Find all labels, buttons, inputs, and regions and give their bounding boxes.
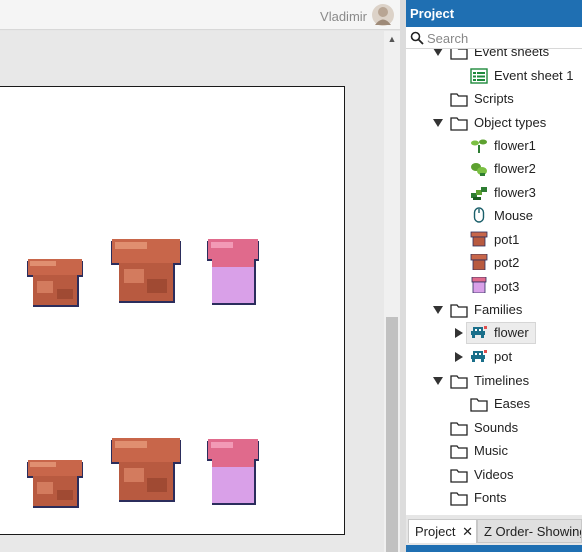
collapse-arrow-icon[interactable]: [454, 328, 464, 338]
folder-icon: [450, 304, 468, 318]
tree-item-label: Music: [474, 443, 508, 458]
folder-icon: [450, 375, 468, 389]
tab-project[interactable]: Project ✕: [408, 519, 477, 543]
tree-item-family-pot[interactable]: pot: [406, 346, 582, 368]
tree-item-label: Eases: [494, 396, 531, 411]
tree-item-pot2[interactable]: pot2: [406, 252, 582, 274]
pot2-sprite[interactable]: [111, 239, 181, 303]
tab-label: Project: [415, 524, 456, 539]
expand-arrow-icon[interactable]: [433, 118, 443, 128]
project-tree: Event sheets Event sheet 1 Scripts Objec…: [406, 49, 582, 515]
pot3-sprite[interactable]: [207, 439, 259, 505]
tree-item-label: pot2: [494, 255, 520, 270]
expand-arrow-icon[interactable]: [433, 49, 443, 57]
tree-item-videos[interactable]: Videos: [406, 464, 582, 486]
folder-icon: [450, 49, 468, 60]
tree-item-label: Scripts: [474, 91, 514, 106]
tree-item-label: Families: [474, 302, 523, 317]
tree-item-label: Mouse: [494, 208, 534, 223]
tree-item-label: Event sheets: [474, 49, 550, 59]
tree-item-event-sheets[interactable]: Event sheets: [406, 49, 582, 63]
tree-item-label: Timelines: [474, 373, 530, 388]
tree-item-label: flower2: [494, 161, 536, 176]
flower3-icon: [471, 187, 487, 200]
tab-label: Z Order- Showing: [484, 524, 582, 539]
tree-item-label: Object types: [474, 115, 547, 130]
folder-icon: [450, 492, 468, 506]
pot3-sprite[interactable]: [207, 239, 259, 305]
panel-title: Project: [406, 0, 582, 27]
folder-icon: [450, 445, 468, 459]
scroll-up-arrow-icon[interactable]: ▲: [384, 31, 400, 47]
user-name[interactable]: Vladimir: [320, 9, 367, 24]
folder-icon: [450, 422, 468, 436]
family-icon: [471, 326, 487, 338]
search-input[interactable]: [427, 29, 577, 47]
tree-item-flower2[interactable]: flower2: [406, 158, 582, 180]
tree-item-label: pot3: [494, 279, 520, 294]
tree-item-label: flower3: [494, 185, 536, 200]
tree-item-label: flower: [494, 325, 529, 340]
pot3-icon: [471, 277, 487, 293]
family-icon: [471, 350, 487, 362]
event-sheet-icon: [470, 68, 488, 84]
flower1-icon: [471, 139, 487, 153]
tree-item-label: Videos: [474, 467, 514, 482]
pot1-icon: [470, 231, 488, 247]
mouse-icon: [473, 207, 485, 223]
tree-item-fonts[interactable]: Fonts: [406, 487, 582, 509]
tree-item-object-types[interactable]: Object types: [406, 112, 582, 134]
project-panel: Project Event sheets Event sheet 1: [406, 0, 582, 552]
pot2-sprite[interactable]: [111, 437, 181, 503]
tree-item-mouse[interactable]: Mouse: [406, 205, 582, 227]
search-icon: [410, 31, 424, 45]
tree-item-label: Event sheet 1: [494, 68, 574, 83]
expand-arrow-icon[interactable]: [433, 305, 443, 315]
pot1-sprite[interactable]: [27, 460, 83, 508]
tree-item-eases[interactable]: Eases: [406, 393, 582, 415]
vertical-scrollbar[interactable]: ▲: [384, 31, 400, 552]
pot1-sprite[interactable]: [27, 259, 83, 307]
tree-item-sounds[interactable]: Sounds: [406, 417, 582, 439]
tree-item-event-sheet-1[interactable]: Event sheet 1: [406, 65, 582, 87]
tree-item-label: pot: [494, 349, 513, 364]
tree-item-label: pot1: [494, 232, 520, 247]
tree-item-pot3[interactable]: pot3: [406, 276, 582, 298]
tree-item-music[interactable]: Music: [406, 440, 582, 462]
tab-bar-underline: [406, 545, 582, 552]
tree-item-flower3[interactable]: flower3: [406, 182, 582, 204]
expand-arrow-icon[interactable]: [433, 376, 443, 386]
folder-icon: [470, 398, 488, 412]
layout-canvas[interactable]: [0, 86, 345, 535]
search-bar: [406, 27, 582, 49]
tree-item-timelines[interactable]: Timelines: [406, 370, 582, 392]
tree-item-pot1[interactable]: pot1: [406, 229, 582, 251]
tree-item-scripts[interactable]: Scripts: [406, 88, 582, 110]
top-bar: Vladimir: [0, 0, 400, 30]
tree-item-families[interactable]: Families: [406, 299, 582, 321]
tab-z-order[interactable]: Z Order- Showing: [477, 519, 582, 543]
collapse-arrow-icon[interactable]: [454, 352, 464, 362]
close-icon[interactable]: ✕: [462, 524, 473, 539]
tree-item-label: Sounds: [474, 420, 519, 435]
tree-item-flower1[interactable]: flower1: [406, 135, 582, 157]
flower2-icon: [471, 163, 487, 176]
user-avatar-icon[interactable]: [372, 4, 394, 26]
scrollbar-thumb[interactable]: [386, 317, 398, 552]
folder-icon: [450, 469, 468, 483]
pot2-icon: [470, 254, 488, 270]
folder-icon: [450, 117, 468, 131]
tree-item-label: flower1: [494, 138, 536, 153]
folder-icon: [450, 93, 468, 107]
tree-item-label: Fonts: [474, 490, 507, 505]
